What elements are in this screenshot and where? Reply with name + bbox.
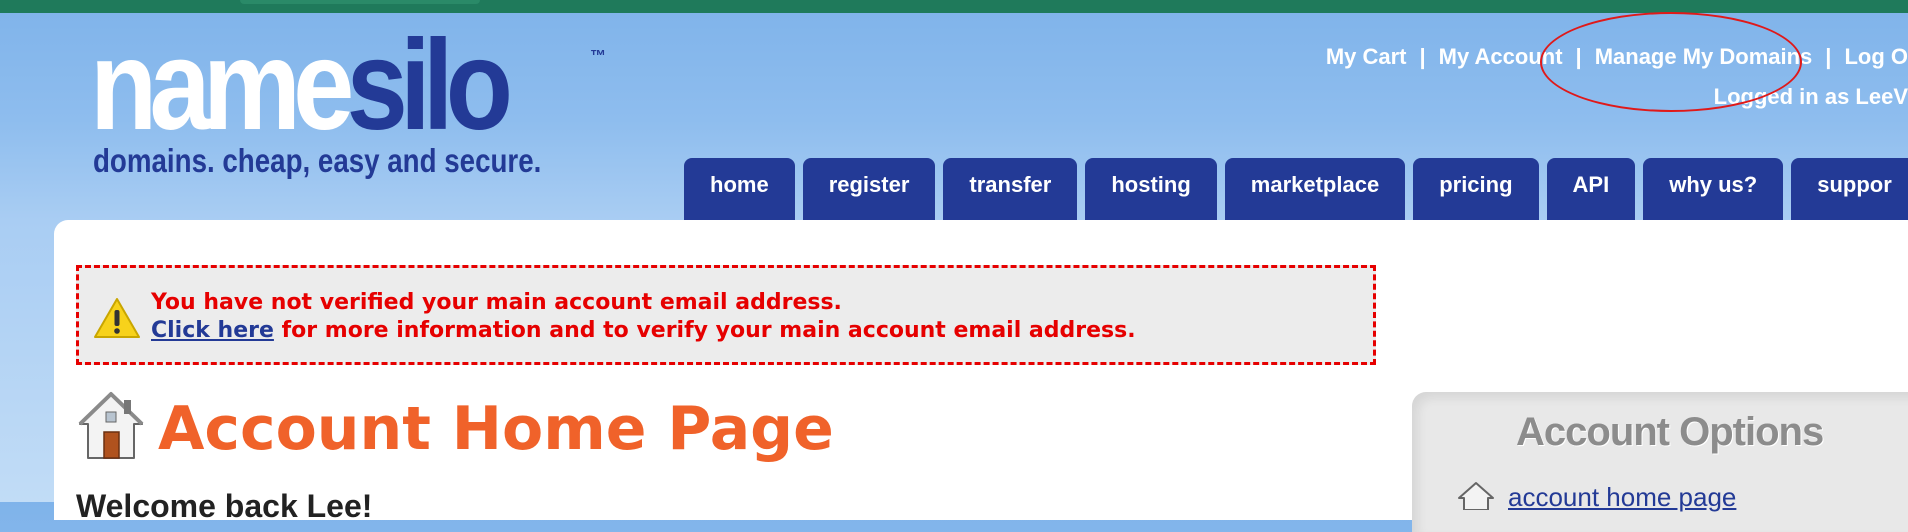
logout-link[interactable]: Log O: [1844, 44, 1908, 69]
alert-message: You have not verified your main account …: [151, 290, 842, 315]
tab-hosting[interactable]: hosting: [1085, 158, 1217, 220]
main-nav: home register transfer hosting marketpla…: [684, 158, 1908, 220]
logo-wordmark: namesilo: [90, 14, 513, 157]
top-bar: [0, 0, 1908, 13]
account-options-title: Account Options: [1516, 410, 1824, 454]
namesilo-logo[interactable]: namesilo ™ domains. cheap, easy and secu…: [90, 16, 630, 192]
account-options-panel: Account Options account home page: [1412, 392, 1908, 532]
tab-api[interactable]: API: [1546, 158, 1636, 220]
logo-silo: silo: [346, 14, 513, 157]
tab-support[interactable]: suppor: [1791, 158, 1908, 220]
account-home-page-link[interactable]: account home page: [1508, 482, 1736, 513]
house-icon: [78, 392, 144, 459]
tab-pricing[interactable]: pricing: [1413, 158, 1539, 220]
annotation-circle: [1540, 12, 1802, 112]
top-bar-tab: [240, 0, 480, 4]
my-cart-link[interactable]: My Cart: [1326, 44, 1407, 69]
tab-marketplace[interactable]: marketplace: [1224, 158, 1406, 220]
welcome-message: Welcome back Lee!: [76, 488, 373, 524]
separator: |: [1825, 44, 1832, 69]
alert-detail-text: for more information and to verify your …: [273, 318, 1136, 343]
separator: |: [1419, 44, 1426, 69]
tab-register[interactable]: register: [802, 158, 936, 220]
tab-transfer[interactable]: transfer: [943, 158, 1078, 220]
logo-name: name: [90, 14, 354, 157]
tab-why-us[interactable]: why us?: [1643, 158, 1784, 220]
logo-trademark: ™: [590, 48, 606, 65]
tab-home[interactable]: home: [684, 158, 795, 220]
house-icon: [1458, 482, 1494, 510]
logo-tagline: domains. cheap, easy and secure.: [93, 142, 542, 179]
email-verification-alert: You have not verified your main account …: [76, 265, 1376, 365]
warning-icon: [94, 298, 140, 338]
click-here-link[interactable]: Click here: [151, 318, 274, 343]
page-title: Account Home Page: [158, 394, 834, 464]
alert-detail: Click here for more information and to v…: [151, 318, 1136, 343]
